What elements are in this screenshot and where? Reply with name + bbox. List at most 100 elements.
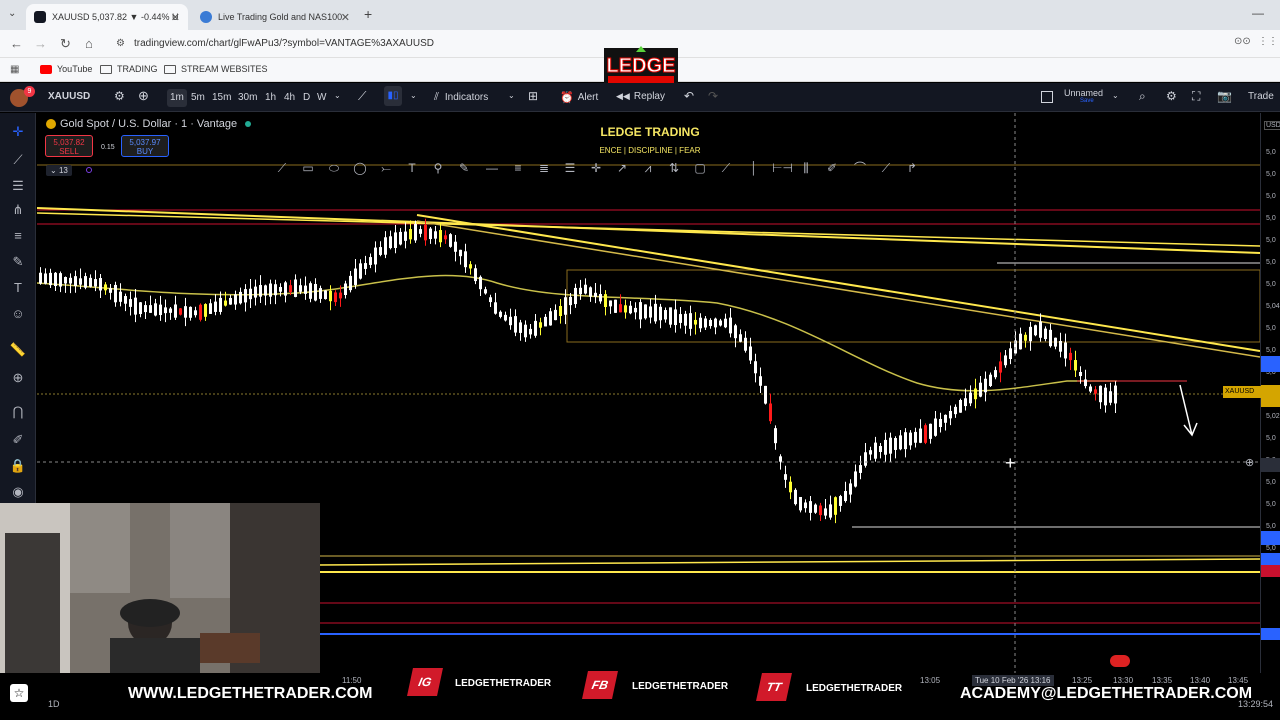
arrow-icon[interactable]: ↗ — [614, 160, 630, 176]
close-icon[interactable]: ✕ — [171, 11, 180, 24]
text-icon[interactable]: T — [404, 160, 420, 176]
gear-icon[interactable]: ⚙ — [1166, 89, 1177, 103]
curve-icon[interactable]: ⌒ — [852, 160, 868, 176]
layout-square-icon[interactable] — [1041, 91, 1053, 103]
chevron-down-icon[interactable]: ⌄ — [1112, 91, 1119, 100]
rectangle-icon[interactable]: ▭ — [300, 160, 316, 176]
browser-tab[interactable]: Live Trading Gold and NAS100 ✕ — [192, 4, 358, 30]
chevron-down-icon[interactable]: ⌄ — [410, 91, 417, 100]
brush-icon[interactable]: ✎ — [9, 253, 27, 271]
close-icon[interactable]: ✕ — [341, 11, 350, 24]
text-icon[interactable]: T — [9, 279, 27, 297]
apps-grid-icon[interactable]: ▦ — [10, 64, 19, 75]
vertical-line-icon[interactable]: │ — [746, 160, 762, 176]
candles-icon[interactable]: ▮▯ — [384, 86, 402, 106]
fib-extension-icon[interactable]: ≣ — [536, 160, 552, 176]
layout-name-button[interactable]: Unnamed Save — [1064, 88, 1103, 104]
emoji-icon[interactable]: ☺ — [9, 305, 27, 323]
eye-icon[interactable]: ◉ — [9, 483, 27, 501]
date-range-icon[interactable]: ⊢⊣ — [772, 160, 793, 176]
horizontal-line-icon[interactable]: — — [484, 160, 500, 176]
settings-icon[interactable]: ⚙ — [114, 89, 125, 103]
crosshair-icon[interactable]: ✛ — [9, 123, 27, 141]
candle-body — [619, 304, 622, 313]
fib-icon[interactable]: ≡ — [9, 227, 27, 245]
undo-icon[interactable]: ↶ — [684, 89, 694, 103]
chevron-down-icon[interactable]: ⌄ — [334, 91, 341, 100]
horizontal-ray-icon[interactable]: ⤚ — [378, 160, 394, 176]
star-icon[interactable]: ☆ — [10, 684, 28, 702]
ruler-icon[interactable]: 📏 — [9, 341, 27, 359]
cross-line-icon[interactable]: ✛ — [588, 160, 604, 176]
horizontal-lines-icon[interactable]: ☰ — [9, 177, 27, 195]
timeframe-30m[interactable]: 30m — [235, 89, 260, 107]
zoom-icon[interactable]: ⊕ — [9, 369, 27, 387]
back-icon[interactable]: ← — [10, 36, 23, 51]
home-icon[interactable]: ⌂ — [85, 36, 93, 51]
candle-body — [144, 305, 147, 313]
replay-button[interactable]: ◀◀ Replay — [616, 91, 665, 102]
indicators-button[interactable]: ⫽ Indicators — [434, 91, 488, 104]
site-info-icon[interactable]: ⚙ — [116, 34, 125, 54]
volume-profile-icon[interactable]: ⫼ — [798, 160, 814, 176]
bookmark-stream-websites[interactable]: STREAM WEBSITES — [164, 64, 268, 74]
arc-icon[interactable]: ↱ — [904, 160, 920, 176]
ray-icon[interactable]: ⟋ — [718, 160, 734, 176]
long-position-icon[interactable]: ⇅ — [666, 160, 682, 176]
timeframe-w[interactable]: W — [314, 89, 329, 107]
search-icon[interactable]: ⌕ — [1139, 89, 1146, 104]
callout-icon[interactable]: ▢ — [692, 160, 708, 176]
add-alert-icon[interactable]: ⊕ — [1245, 456, 1254, 469]
bookmark-youtube[interactable]: YouTube — [40, 64, 92, 74]
trendline-icon[interactable]: ⟋ — [9, 151, 27, 169]
zigzag-icon[interactable]: ⩘ — [640, 160, 656, 176]
timeframe-5m[interactable]: 5m — [188, 89, 208, 107]
indicator-collapse[interactable]: ⌄ 13 — [46, 165, 72, 176]
chevron-down-icon[interactable]: ⌄ — [508, 91, 515, 100]
lock-pencil-icon[interactable]: ✐ — [9, 431, 27, 449]
lock-icon[interactable]: 🔒 — [9, 457, 27, 475]
fib-retracement-icon[interactable]: ≡ — [510, 160, 526, 176]
alert-button[interactable]: ⏰ Alert — [560, 91, 598, 104]
timeframe-15m[interactable]: 15m — [209, 89, 234, 107]
redo-icon[interactable]: ↷ — [708, 89, 718, 103]
browser-tab-active[interactable]: XAUUSD 5,037.82 ▼ -0.44% U ✕ — [26, 4, 188, 30]
candle-body — [384, 237, 387, 255]
layouts-grid-icon[interactable]: ⊞ — [528, 89, 538, 103]
brush-icon[interactable]: ✎ — [456, 160, 472, 176]
circle-icon[interactable]: ◯ — [352, 160, 368, 176]
timeframe-d[interactable]: D — [300, 89, 313, 107]
candle-body — [484, 289, 487, 294]
price-scale[interactable]: USD 5,0 5,0 5,0 5,0 5,0 5,0 5,0 5,04 5,0 5,0 5,0 5,… — [1223, 113, 1280, 673]
reload-icon[interactable]: ↻ — [60, 36, 71, 52]
timeframe-range[interactable]: 1D — [48, 699, 60, 709]
new-tab-button[interactable]: + — [364, 6, 372, 22]
timeframe-4h[interactable]: 4h — [281, 89, 298, 107]
magnet-icon[interactable]: ⋂ — [9, 403, 27, 421]
highlighter-icon[interactable]: ⟋ — [878, 160, 894, 176]
candle-body — [349, 275, 352, 291]
menu-icon[interactable]: ⋮⋮ — [1258, 36, 1278, 47]
fib-channel-icon[interactable]: ☰ — [562, 160, 578, 176]
minimize-icon[interactable]: — — [1252, 6, 1264, 20]
fullscreen-icon[interactable]: ⛶ — [1192, 89, 1200, 104]
timeframe-1h[interactable]: 1h — [262, 89, 279, 107]
path-icon[interactable]: ⬭ — [326, 160, 342, 176]
timeframe-1m[interactable]: 1m — [167, 89, 187, 107]
line-chart-icon[interactable]: ⟋ — [358, 89, 366, 104]
bookmark-trading[interactable]: TRADING — [100, 64, 158, 74]
trade-button[interactable]: Trade — [1248, 91, 1274, 102]
buy-button[interactable]: 5,037.97 BUY — [121, 135, 169, 157]
compare-add-icon[interactable]: ⊕ — [138, 88, 149, 104]
tab-search-icon[interactable]: ⌄ — [8, 8, 16, 19]
symbol-search[interactable]: XAUUSD — [48, 91, 90, 102]
camera-icon[interactable]: 📷 — [1217, 89, 1232, 103]
current-price-symbol: XAUUSD — [1225, 388, 1255, 395]
forward-icon[interactable]: → — [34, 36, 47, 51]
pitchfork-icon[interactable]: ⋔ — [9, 201, 27, 219]
sell-button[interactable]: 5,037.82 SELL — [45, 135, 93, 157]
pencil-icon[interactable]: ✐ — [824, 160, 840, 176]
pin-icon[interactable]: ⚲ — [430, 160, 446, 176]
trendline-icon[interactable]: ⟋ — [274, 160, 290, 176]
extension-icon[interactable]: ⊙⊙ — [1234, 36, 1251, 47]
